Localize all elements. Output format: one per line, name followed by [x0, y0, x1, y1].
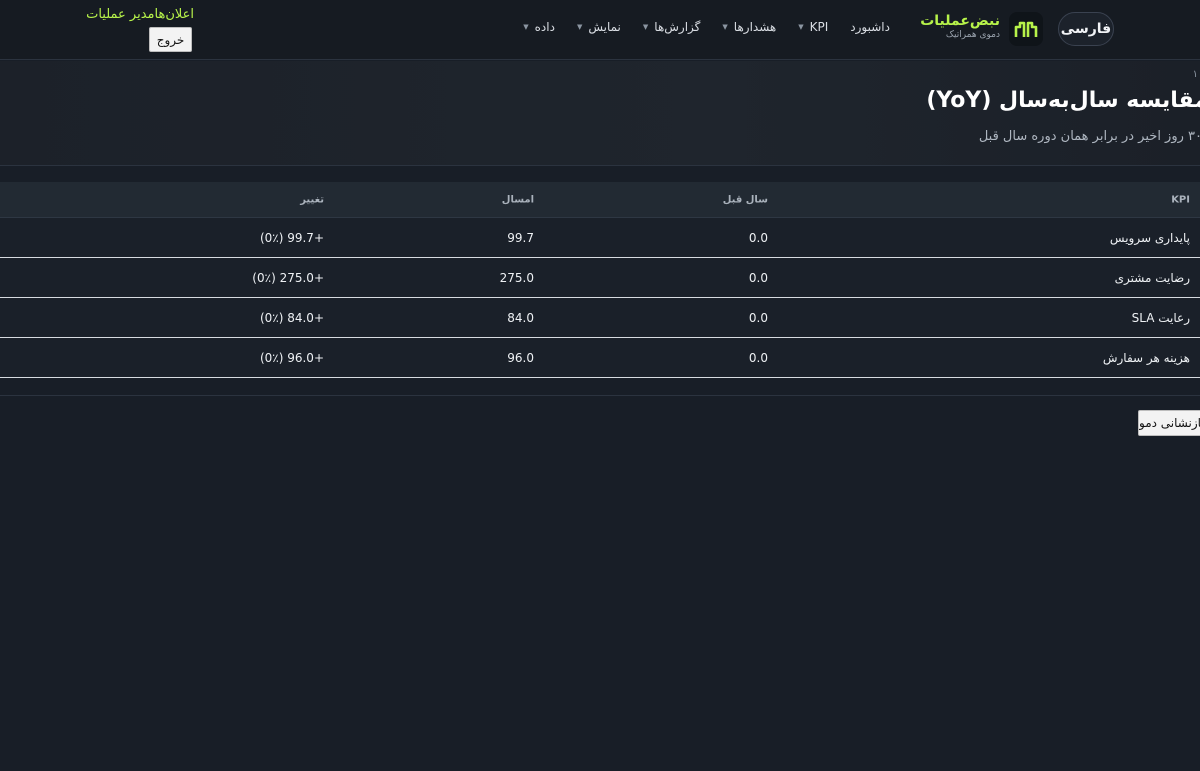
logout-button[interactable]: خروج [149, 27, 192, 52]
cell-this-year: 99.7 [507, 230, 534, 245]
page-title: مقایسه سال‌به‌سال (YoY) [926, 88, 1200, 113]
demo-reset-button[interactable]: بازنشانی دمو [1138, 410, 1200, 436]
cell-kpi: پایداری سرویس [1109, 230, 1190, 245]
cell-change: +84.0 (0٪) [259, 310, 324, 325]
brand-title: نبض‌عملیات [920, 13, 1000, 29]
nav-dashboard-label: داشبورد [850, 20, 890, 34]
table-header: KPI سال قبل امسال تغییر [0, 182, 1200, 218]
nav-reports-label: گزارش‌ها [654, 20, 701, 34]
column-header-change[interactable]: تغییر [300, 194, 324, 205]
nav-data-label: داده [534, 20, 555, 34]
cell-kpi: هزینه هر سفارش [1102, 350, 1190, 365]
nav-display[interactable]: نمایش ▼ [577, 20, 621, 34]
table-row: رعایت SLA 0.0 84.0 +84.0 (0٪) [0, 298, 1200, 338]
nav-display-label: نمایش [588, 20, 621, 34]
cell-kpi: رضایت مشتری [1114, 270, 1190, 285]
chevron-down-icon: ▼ [798, 23, 804, 31]
chevron-down-icon: ▼ [576, 23, 583, 31]
nav-alerts-label: هشدارها [733, 20, 777, 34]
chevron-down-icon: ▼ [642, 23, 649, 31]
chevron-down-icon: ▼ [523, 23, 529, 31]
nav-kpi-label: KPI [809, 20, 829, 34]
brand-subtitle: دموی همراتیک [945, 30, 1000, 40]
column-header-prev-year[interactable]: سال قبل [723, 194, 768, 205]
cell-change: +99.7 (0٪) [259, 230, 324, 245]
yoy-table: KPI سال قبل امسال تغییر پایداری سرویس 0.… [0, 182, 1200, 378]
cell-kpi: رعایت SLA [1131, 310, 1190, 325]
cell-change: +96.0 (0٪) [259, 350, 324, 365]
cell-change: +275.0 (0٪) [252, 270, 324, 285]
cell-prev-year: 0.0 [748, 350, 768, 365]
section-divider [0, 395, 1200, 396]
table-row: رضایت مشتری 0.0 275.0 +275.0 (0٪) [0, 258, 1200, 298]
column-header-kpi[interactable]: KPI [1171, 194, 1190, 205]
nav-reports[interactable]: گزارش‌ها ▼ [643, 20, 701, 34]
page-hero: ۱ مقایسه سال‌به‌سال (YoY) ۳۰ روز اخیر در… [0, 61, 1200, 166]
language-toggle-button[interactable]: فارسی [1058, 12, 1114, 46]
brand-logo-icon[interactable] [1009, 12, 1043, 46]
cell-this-year: 275.0 [499, 270, 534, 285]
cell-prev-year: 0.0 [748, 230, 768, 245]
breadcrumb: ۱ [1192, 69, 1198, 80]
chevron-down-icon: ▼ [722, 23, 728, 31]
cell-this-year: 84.0 [507, 310, 534, 325]
page-subtitle: ۳۰ روز اخیر در برابر همان دوره سال قبل [978, 129, 1200, 144]
table-row: هزینه هر سفارش 0.0 96.0 +96.0 (0٪) [0, 338, 1200, 378]
nav-dashboard[interactable]: داشبورد [850, 20, 890, 34]
main-nav: داشبورد KPI ▼ هشدارها ▼ گزارش‌ها ▼ نمایش… [523, 20, 890, 34]
column-header-this-year[interactable]: امسال [502, 194, 534, 205]
nav-alerts[interactable]: هشدارها ▼ [722, 20, 776, 34]
bar-chart-icon [1014, 21, 1038, 37]
nav-data[interactable]: داده ▼ [523, 20, 555, 34]
top-navbar: فارسی نبض‌عملیات دموی همراتیک داشبورد KP… [0, 0, 1200, 60]
table-row: پایداری سرویس 0.0 99.7 +99.7 (0٪) [0, 218, 1200, 258]
nav-kpi[interactable]: KPI ▼ [798, 20, 828, 34]
cell-prev-year: 0.0 [748, 310, 768, 325]
brand[interactable]: نبض‌عملیات دموی همراتیک [920, 14, 1000, 40]
cell-prev-year: 0.0 [748, 270, 768, 285]
user-notifications-link[interactable]: اعلان‌هامدیر عملیات [84, 7, 194, 22]
cell-this-year: 96.0 [507, 350, 534, 365]
